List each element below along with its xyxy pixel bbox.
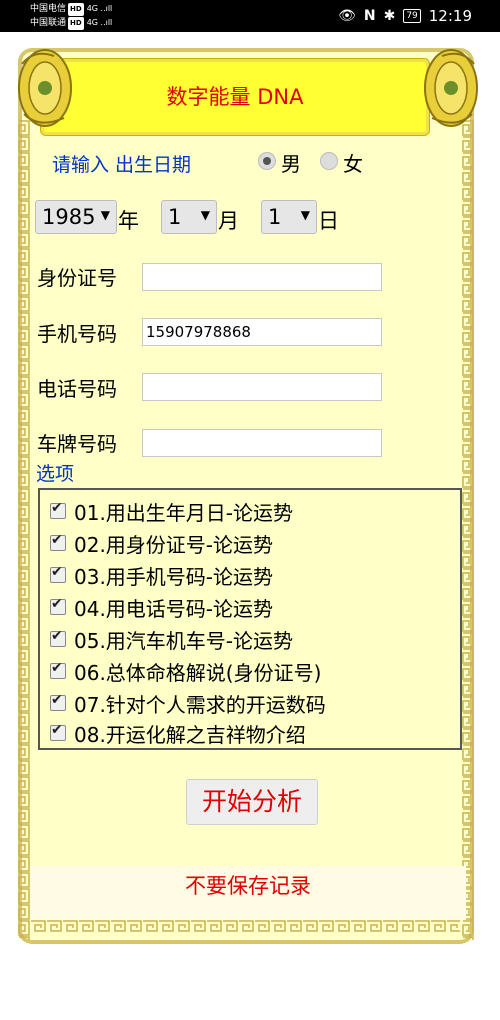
dropdown-arrow-icon: ▼ — [300, 208, 310, 222]
status-icons: 👁 N ✱ 79 12:19 — [338, 7, 472, 25]
option-item[interactable]: 06.总体命格解说(身份证号) — [50, 656, 321, 686]
start-analysis-button[interactable]: 开始分析 — [186, 779, 318, 825]
checkbox[interactable] — [50, 722, 66, 741]
checkbox[interactable] — [50, 628, 66, 647]
eye-icon: 👁 — [338, 8, 356, 24]
phone-label: 电话号码 — [37, 377, 117, 401]
dropdown-arrow-icon: ▼ — [100, 208, 110, 222]
month-value: 1 — [168, 205, 182, 229]
carrier-info: 中国电信 HD 4G ..ıll 中国联通 HD 4G ..ıll — [30, 2, 112, 30]
option-item[interactable]: 01.用出生年月日-论运势 — [50, 496, 293, 526]
status-bar: 中国电信 HD 4G ..ıll 中国联通 HD 4G ..ıll 👁 N ✱ 79 1… — [0, 0, 500, 32]
checkbox[interactable] — [50, 660, 66, 679]
option-item[interactable]: 04.用电话号码-论运势 — [50, 592, 273, 622]
plate-label: 车牌号码 — [37, 432, 117, 456]
month-select[interactable]: 1 ▼ — [161, 200, 217, 234]
option-item[interactable]: 05.用汽车机车号-论运势 — [50, 624, 293, 654]
id-number-input[interactable] — [142, 263, 382, 291]
day-unit: 日 — [318, 209, 339, 233]
option-label: 06.总体命格解说(身份证号) — [74, 660, 322, 685]
fret-border-right — [462, 120, 474, 940]
bluetooth-icon: ✱ — [383, 8, 396, 24]
option-label: 02.用身份证号-论运势 — [74, 532, 274, 557]
options-heading: 选项 — [36, 463, 75, 485]
signal-icon: 4G ..ıll — [86, 4, 113, 13]
mobile-input[interactable]: 15907978868 — [142, 318, 382, 346]
phone-input[interactable] — [142, 373, 382, 401]
day-select[interactable]: 1 ▼ — [261, 200, 317, 234]
battery-icon: 79 — [403, 9, 421, 23]
signal-icon: 4G ..ıll — [86, 18, 113, 27]
year-value: 1985 — [42, 205, 96, 229]
fret-border-left — [18, 120, 30, 940]
option-label: 08.开运化解之吉祥物介绍 — [74, 722, 306, 747]
month-unit: 月 — [218, 209, 239, 233]
hd-badge: HD — [68, 3, 84, 16]
fret-border-bottom — [30, 920, 460, 932]
dragon-ornament-left-icon — [18, 49, 72, 127]
gender-female-label[interactable]: 女 — [343, 148, 363, 177]
carrier-2: 中国联通 — [30, 18, 67, 28]
options-group: 01.用出生年月日-论运势 02.用身份证号-论运势 03.用手机号码-论运势 … — [38, 488, 462, 750]
carrier-1: 中国电信 — [30, 4, 67, 14]
dropdown-arrow-icon: ▼ — [200, 208, 210, 222]
checkbox[interactable] — [50, 692, 66, 711]
option-label: 03.用手机号码-论运势 — [74, 564, 274, 589]
footer: 不要保存记录 — [30, 866, 466, 920]
hd-badge: HD — [68, 17, 84, 30]
option-item[interactable]: 03.用手机号码-论运势 — [50, 560, 273, 590]
option-label: 07.针对个人需求的开运数码 — [74, 692, 326, 717]
checkbox[interactable] — [50, 564, 66, 583]
option-item[interactable]: 08.开运化解之吉祥物介绍 — [50, 718, 306, 748]
option-item[interactable]: 02.用身份证号-论运势 — [50, 528, 273, 558]
option-label: 01.用出生年月日-论运势 — [74, 500, 294, 525]
id-number-label: 身份证号 — [37, 266, 117, 290]
clock: 12:19 — [428, 7, 472, 25]
option-label: 05.用汽车机车号-论运势 — [74, 628, 294, 653]
mobile-label: 手机号码 — [37, 322, 117, 346]
checkbox[interactable] — [50, 596, 66, 615]
gender-male-label[interactable]: 男 — [281, 148, 301, 177]
page-title: 数字能量 DNA — [166, 85, 304, 109]
option-label: 04.用电话号码-论运势 — [74, 596, 274, 621]
gender-male-radio[interactable] — [258, 152, 276, 170]
checkbox[interactable] — [50, 500, 66, 519]
nfc-icon: N — [363, 8, 376, 24]
plate-input[interactable] — [142, 429, 382, 457]
year-unit: 年 — [118, 209, 139, 233]
option-item[interactable]: 07.针对个人需求的开运数码 — [50, 688, 326, 718]
day-value: 1 — [268, 205, 282, 229]
dragon-ornament-right-icon — [424, 49, 478, 127]
no-save-record-link[interactable]: 不要保存记录 — [30, 870, 466, 900]
gender-female-radio[interactable] — [320, 152, 338, 170]
year-select[interactable]: 1985 ▼ — [35, 200, 117, 234]
title-banner: 数字能量 DNA — [40, 58, 430, 136]
birthdate-prompt: 请输入 出生日期 — [52, 154, 192, 176]
checkbox[interactable] — [50, 532, 66, 551]
